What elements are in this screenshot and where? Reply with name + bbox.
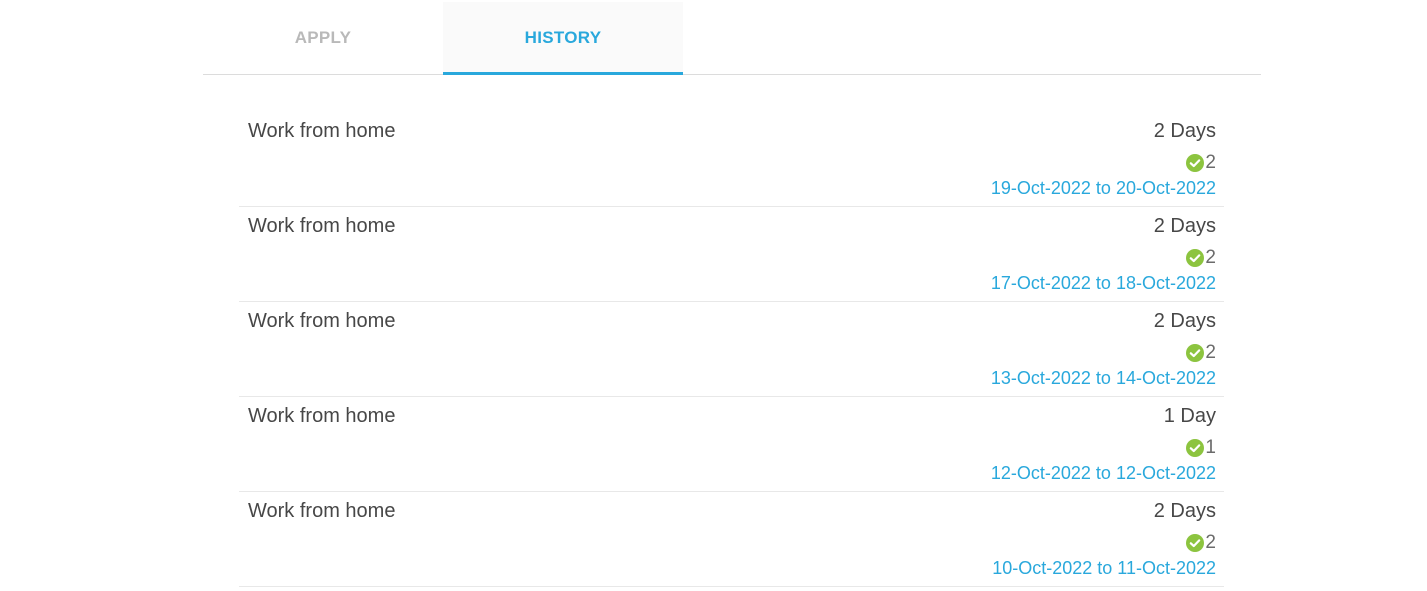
duration: 2 Days (1153, 120, 1216, 142)
history-item[interactable]: Work from home 2 Days 2 10-Oct-2022 to 1… (239, 492, 1224, 587)
request-type: Work from home (248, 310, 396, 332)
date-range[interactable]: 12-Oct-2022 to 12-Oct-2022 (991, 463, 1216, 484)
check-circle-icon (1186, 249, 1205, 267)
date-range[interactable]: 17-Oct-2022 to 18-Oct-2022 (991, 273, 1216, 294)
history-list: Work from home 2 Days 2 19-Oct-2022 to 2… (239, 112, 1224, 587)
check-circle-icon (1186, 439, 1205, 457)
check-circle-icon (1186, 154, 1205, 172)
date-range[interactable]: 10-Oct-2022 to 11-Oct-2022 (992, 558, 1216, 579)
request-type: Work from home (248, 215, 396, 237)
duration: 2 Days (1153, 500, 1216, 522)
duration: 2 Days (1153, 310, 1216, 332)
approval-number: 2 (1205, 532, 1216, 553)
request-type: Work from home (248, 120, 396, 142)
approval-number: 1 (1205, 437, 1216, 458)
approval-count: 2 (1186, 247, 1216, 269)
history-item[interactable]: Work from home 2 Days 2 17-Oct-2022 to 1… (239, 207, 1224, 302)
approval-number: 2 (1205, 152, 1216, 173)
date-range[interactable]: 19-Oct-2022 to 20-Oct-2022 (991, 178, 1216, 199)
approval-number: 2 (1205, 342, 1216, 363)
tab-bar: APPLY HISTORY (203, 2, 1261, 75)
approval-number: 2 (1205, 247, 1216, 268)
approval-count: 2 (1186, 342, 1216, 364)
date-range[interactable]: 13-Oct-2022 to 14-Oct-2022 (991, 368, 1216, 389)
tab-apply[interactable]: APPLY (203, 2, 443, 74)
tab-history[interactable]: HISTORY (443, 2, 683, 75)
approval-count: 1 (1186, 437, 1216, 459)
check-circle-icon (1186, 344, 1205, 362)
request-type: Work from home (248, 405, 396, 427)
approval-count: 2 (1186, 152, 1216, 174)
approval-count: 2 (1186, 532, 1216, 554)
check-circle-icon (1186, 534, 1205, 552)
request-type: Work from home (248, 500, 396, 522)
history-item[interactable]: Work from home 1 Day 1 12-Oct-2022 to 12… (239, 397, 1224, 492)
duration: 2 Days (1153, 215, 1216, 237)
history-item[interactable]: Work from home 2 Days 2 19-Oct-2022 to 2… (239, 112, 1224, 207)
duration: 1 Day (1163, 405, 1216, 427)
history-item[interactable]: Work from home 2 Days 2 13-Oct-2022 to 1… (239, 302, 1224, 397)
